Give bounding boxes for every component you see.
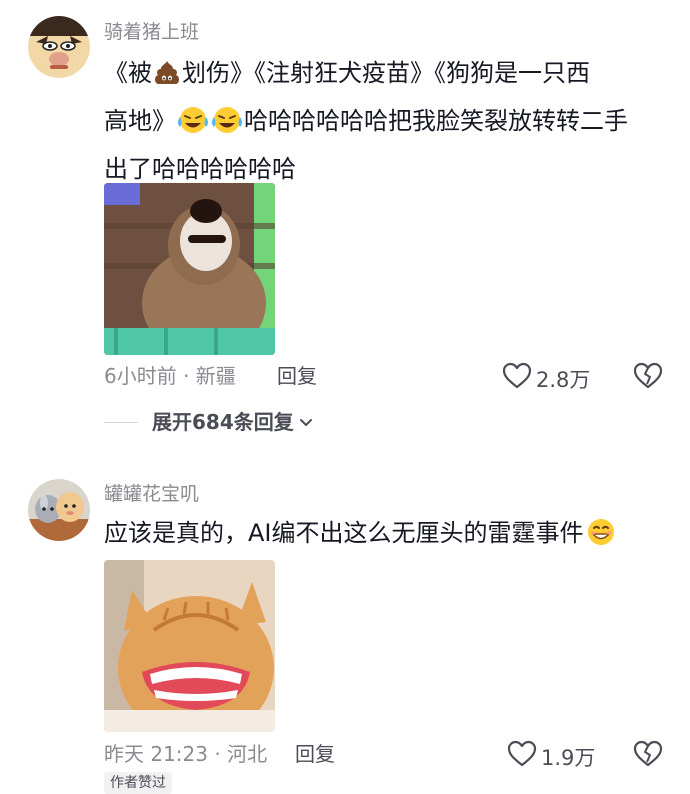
avatar[interactable] [28,479,90,541]
laugh-cry-emoji [176,105,210,148]
reply-button[interactable]: 回复 [277,362,317,390]
heart-icon [502,362,532,397]
comment-text: 应该是真的，AI编不出这么无厘头的雷霆事件 [104,512,664,560]
comment-item: 罐罐花宝叽 应该是真的，AI编不出这么无厘头的雷霆事件 昨天 21:23 · 河… [0,470,690,782]
broken-heart-icon [633,362,663,394]
expand-replies-label: 展开684条回复 [152,410,294,434]
comment-text-line: 高地》 哈哈哈哈哈哈把我脸笑裂放转转二手 [104,100,664,148]
reply-button[interactable]: 回复 [295,740,335,768]
dislike-button[interactable] [633,740,663,772]
laugh-cry-emoji [210,105,244,148]
like-button[interactable]: 1.9万 [507,740,595,775]
comment-text-part: 应该是真的，AI编不出这么无厘头的雷霆事件 [104,519,584,547]
expand-replies-button[interactable]: 展开684条回复 [104,408,314,436]
comment-text: 《被 划伤》《注射狂犬疫苗》《狗狗是一只西 高地》 哈哈哈哈哈哈把我脸笑裂放转转二手… [104,52,664,190]
comment-text-part: 哈哈哈哈哈哈把我脸笑裂放转转二手 [244,107,628,135]
comment-image[interactable] [104,183,275,355]
comment-image[interactable] [104,560,275,732]
chevron-down-icon [298,408,314,436]
grin-emoji [584,517,618,560]
comment-text-part: 高地》 [104,107,176,135]
comment-text-line: 《被 划伤》《注射狂犬疫苗》《狗狗是一只西 [104,52,664,100]
comment-item: 骑着猪上班 《被 划伤》《注射狂犬疫苗》《狗狗是一只西 高地》 哈哈哈哈哈哈把我脸笑… [0,0,690,450]
divider [104,421,138,423]
like-count: 1.9万 [541,745,596,770]
comment-time-location: 6小时前 · 新疆 [104,364,236,388]
comment-time-location: 昨天 21:23 · 河北 [104,742,268,766]
author-liked-badge: 作者赞过 [104,772,172,794]
heart-icon [507,740,537,775]
poop-emoji [152,58,182,100]
broken-heart-icon [633,740,663,772]
like-count: 2.8万 [536,367,591,392]
comment-username[interactable]: 罐罐花宝叽 [104,482,199,506]
avatar[interactable] [28,16,90,78]
comment-username[interactable]: 骑着猪上班 [104,20,199,44]
comment-text-part: 《被 [104,59,152,87]
dislike-button[interactable] [633,362,663,394]
comment-text-line: 应该是真的，AI编不出这么无厘头的雷霆事件 [104,512,664,560]
comment-text-part: 划伤》《注射狂犬疫苗》《狗狗是一只西 [182,59,590,87]
like-button[interactable]: 2.8万 [502,362,590,397]
